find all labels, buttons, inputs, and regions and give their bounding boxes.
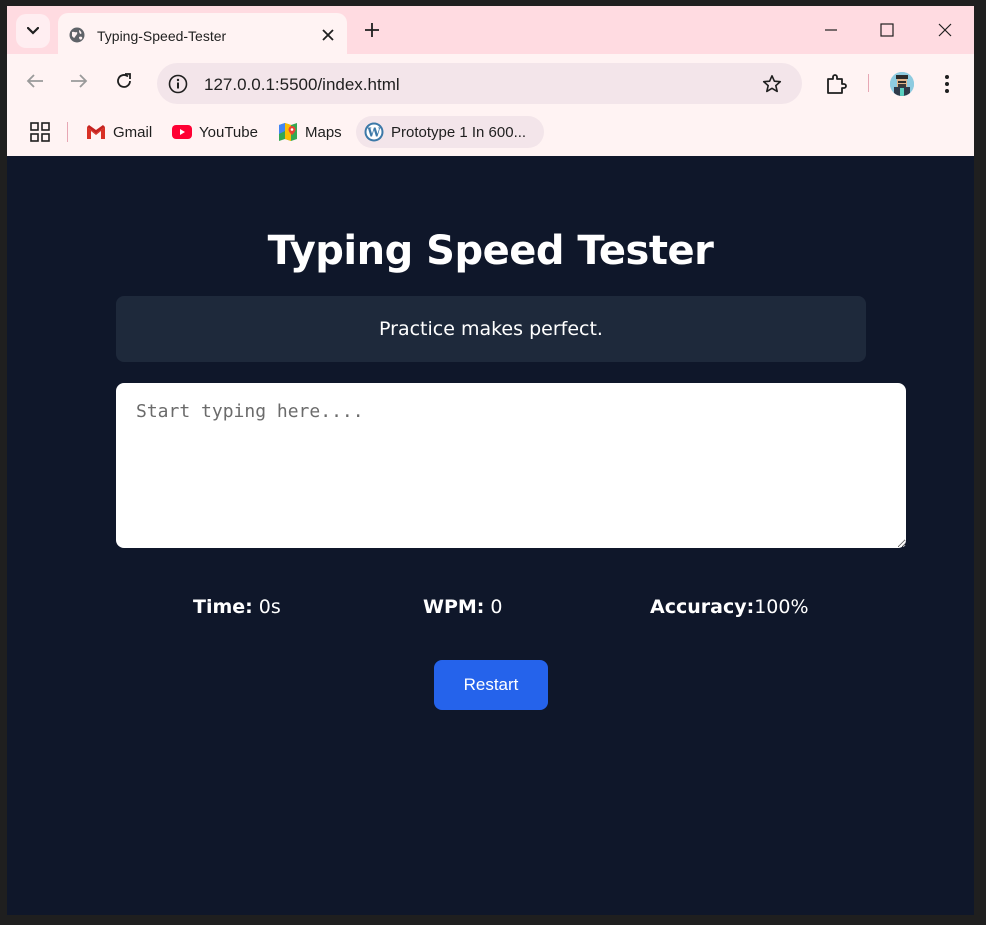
- bookmark-prototype[interactable]: W Prototype 1 In 600...: [356, 116, 545, 148]
- tab-strip: Typing-Speed-Tester: [7, 6, 974, 54]
- close-window-button[interactable]: [935, 20, 955, 40]
- toolbar-divider: [868, 74, 869, 92]
- youtube-icon: [172, 122, 192, 142]
- back-button[interactable]: [23, 69, 47, 93]
- tab-search-button[interactable]: [16, 14, 50, 48]
- minimize-button[interactable]: [821, 20, 841, 40]
- time-stat: Time: 0s: [193, 596, 281, 618]
- browser-window: Typing-Speed-Tester 127.0.0.1:5500/index…: [7, 6, 974, 915]
- maximize-icon: [880, 23, 894, 37]
- page-title: Typing Speed Tester: [267, 228, 714, 274]
- apps-grid-icon[interactable]: [30, 122, 50, 142]
- info-icon: [168, 74, 188, 94]
- accuracy-stat: Accuracy:100%: [650, 596, 809, 618]
- reload-button[interactable]: [112, 69, 136, 93]
- restart-button[interactable]: Restart: [434, 660, 548, 710]
- minimize-icon: [825, 29, 837, 31]
- profile-avatar[interactable]: [890, 72, 914, 96]
- bookmarks-bar: Gmail YouTube Maps W Prototype 1 In 600.…: [7, 108, 974, 156]
- wpm-stat: WPM: 0: [423, 596, 503, 618]
- page-content: Typing Speed Tester Practice makes perfe…: [7, 156, 974, 915]
- bookmark-youtube[interactable]: YouTube: [172, 116, 258, 148]
- bookmark-label: Maps: [305, 123, 342, 141]
- wpm-label: WPM:: [423, 596, 485, 618]
- accuracy-label: Accuracy:: [650, 596, 755, 618]
- time-label: Time:: [193, 596, 253, 618]
- browser-menu-button[interactable]: [937, 72, 957, 96]
- wpm-value: 0: [484, 596, 503, 618]
- url-text: 127.0.0.1:5500/index.html: [204, 75, 400, 94]
- forward-button[interactable]: [67, 69, 91, 93]
- bookmark-gmail[interactable]: Gmail: [86, 116, 152, 148]
- extensions-button[interactable]: [824, 72, 848, 96]
- gmail-icon: [86, 122, 106, 142]
- address-bar[interactable]: 127.0.0.1:5500/index.html: [157, 63, 802, 104]
- close-icon: [322, 29, 334, 41]
- plus-icon: [365, 23, 379, 37]
- kebab-menu-icon: [945, 75, 949, 93]
- close-icon: [938, 23, 952, 37]
- tab-active[interactable]: Typing-Speed-Tester: [58, 13, 347, 54]
- tab-title: Typing-Speed-Tester: [97, 28, 227, 44]
- accuracy-value: 100%: [754, 596, 809, 618]
- arrow-left-icon: [26, 74, 43, 88]
- bookmark-star-button[interactable]: [762, 74, 782, 94]
- quote-text: Practice makes perfect.: [379, 318, 603, 340]
- bookmark-label: Prototype 1 In 600...: [391, 123, 527, 141]
- wordpress-icon: W: [364, 122, 384, 142]
- maximize-button[interactable]: [877, 20, 897, 40]
- site-info-button[interactable]: [168, 74, 188, 94]
- bookmark-label: Gmail: [113, 123, 153, 141]
- time-value: 0s: [252, 596, 281, 618]
- arrow-right-icon: [71, 74, 88, 88]
- avatar-icon: [890, 72, 914, 96]
- globe-icon: [69, 27, 85, 43]
- chevron-down-icon: [27, 27, 39, 35]
- bookmark-label: YouTube: [199, 123, 258, 141]
- puzzle-icon: [827, 74, 847, 94]
- quote-box: Practice makes perfect.: [116, 296, 866, 362]
- typing-input[interactable]: [116, 383, 906, 548]
- svg-text:W: W: [366, 126, 381, 140]
- bookmarks-divider: [67, 122, 68, 142]
- tab-close-button[interactable]: [320, 27, 336, 43]
- star-icon: [762, 75, 782, 93]
- bookmark-maps[interactable]: Maps: [278, 116, 342, 148]
- reload-icon: [117, 73, 131, 88]
- maps-icon: [278, 122, 298, 142]
- new-tab-button[interactable]: [362, 20, 382, 40]
